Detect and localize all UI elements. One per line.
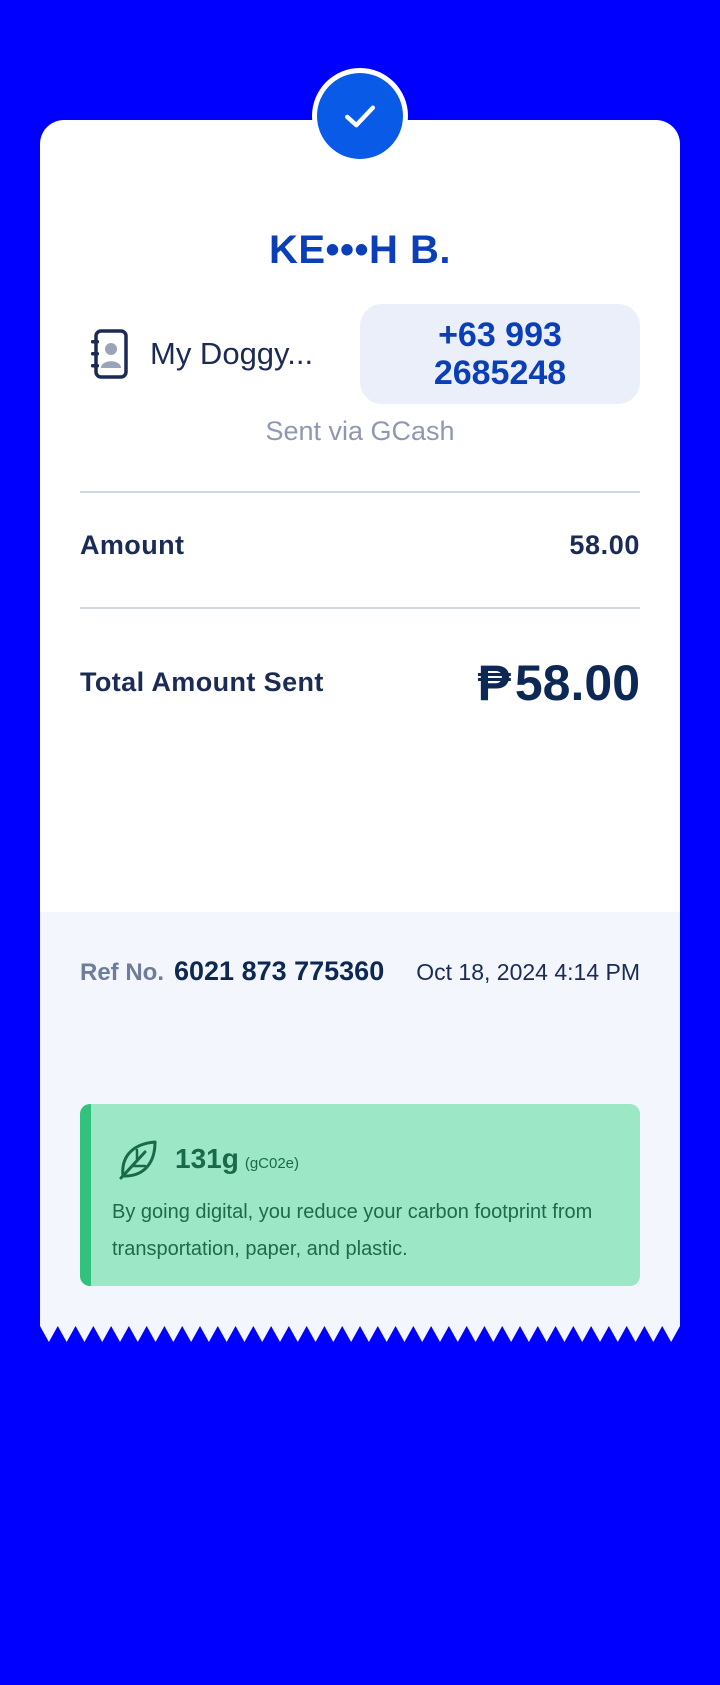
eco-amount: 131g [175,1143,239,1174]
torn-edge-shape [40,1320,680,1342]
reference-row: Ref No. 6021 873 775360 Oct 18, 2024 4:1… [80,956,640,987]
amount-label: Amount [80,530,185,560]
divider [80,491,640,493]
sent-via-label: Sent via GCash [265,416,455,446]
contact-row: My Doggy... [88,328,313,380]
eco-card: 131g (gC02e) By going digital, you reduce… [80,1104,640,1286]
contact-book-icon [91,329,128,379]
total-amount-number: 58.00 [514,655,640,711]
amount-value: 58.00 [569,530,640,560]
success-badge [312,68,408,164]
divider [80,607,640,609]
ref-number: 6021 873 775360 [174,956,385,986]
phone-line-2: 2685248 [433,354,567,392]
currency-symbol: ₱ [477,655,511,711]
eco-message: By going digital, you reduce your carbon… [112,1201,593,1260]
eco-unit: (gC02e) [244,1155,300,1172]
contact-label: My Doggy... [150,336,314,371]
check-icon [344,105,376,128]
eco-header: 131g (gC02e) [115,1136,299,1182]
phone-line-1: +63 993 [438,316,562,354]
screen: KE•••H B. My Doggy... +63 993 2685248 Se… [0,0,720,1685]
recipient-name: KE•••H B. [268,228,452,272]
ref-label: Ref No. [80,959,164,986]
phone-number-pill: +63 993 2685248 [360,304,640,404]
total-amount-label: Total Amount Sent [80,667,324,697]
total-amount-value: ₱ 58.00 [478,654,640,712]
transaction-datetime: Oct 18, 2024 4:14 PM [416,959,640,985]
receipt-torn-edge [40,1320,680,1342]
leaf-icon [119,1140,157,1180]
